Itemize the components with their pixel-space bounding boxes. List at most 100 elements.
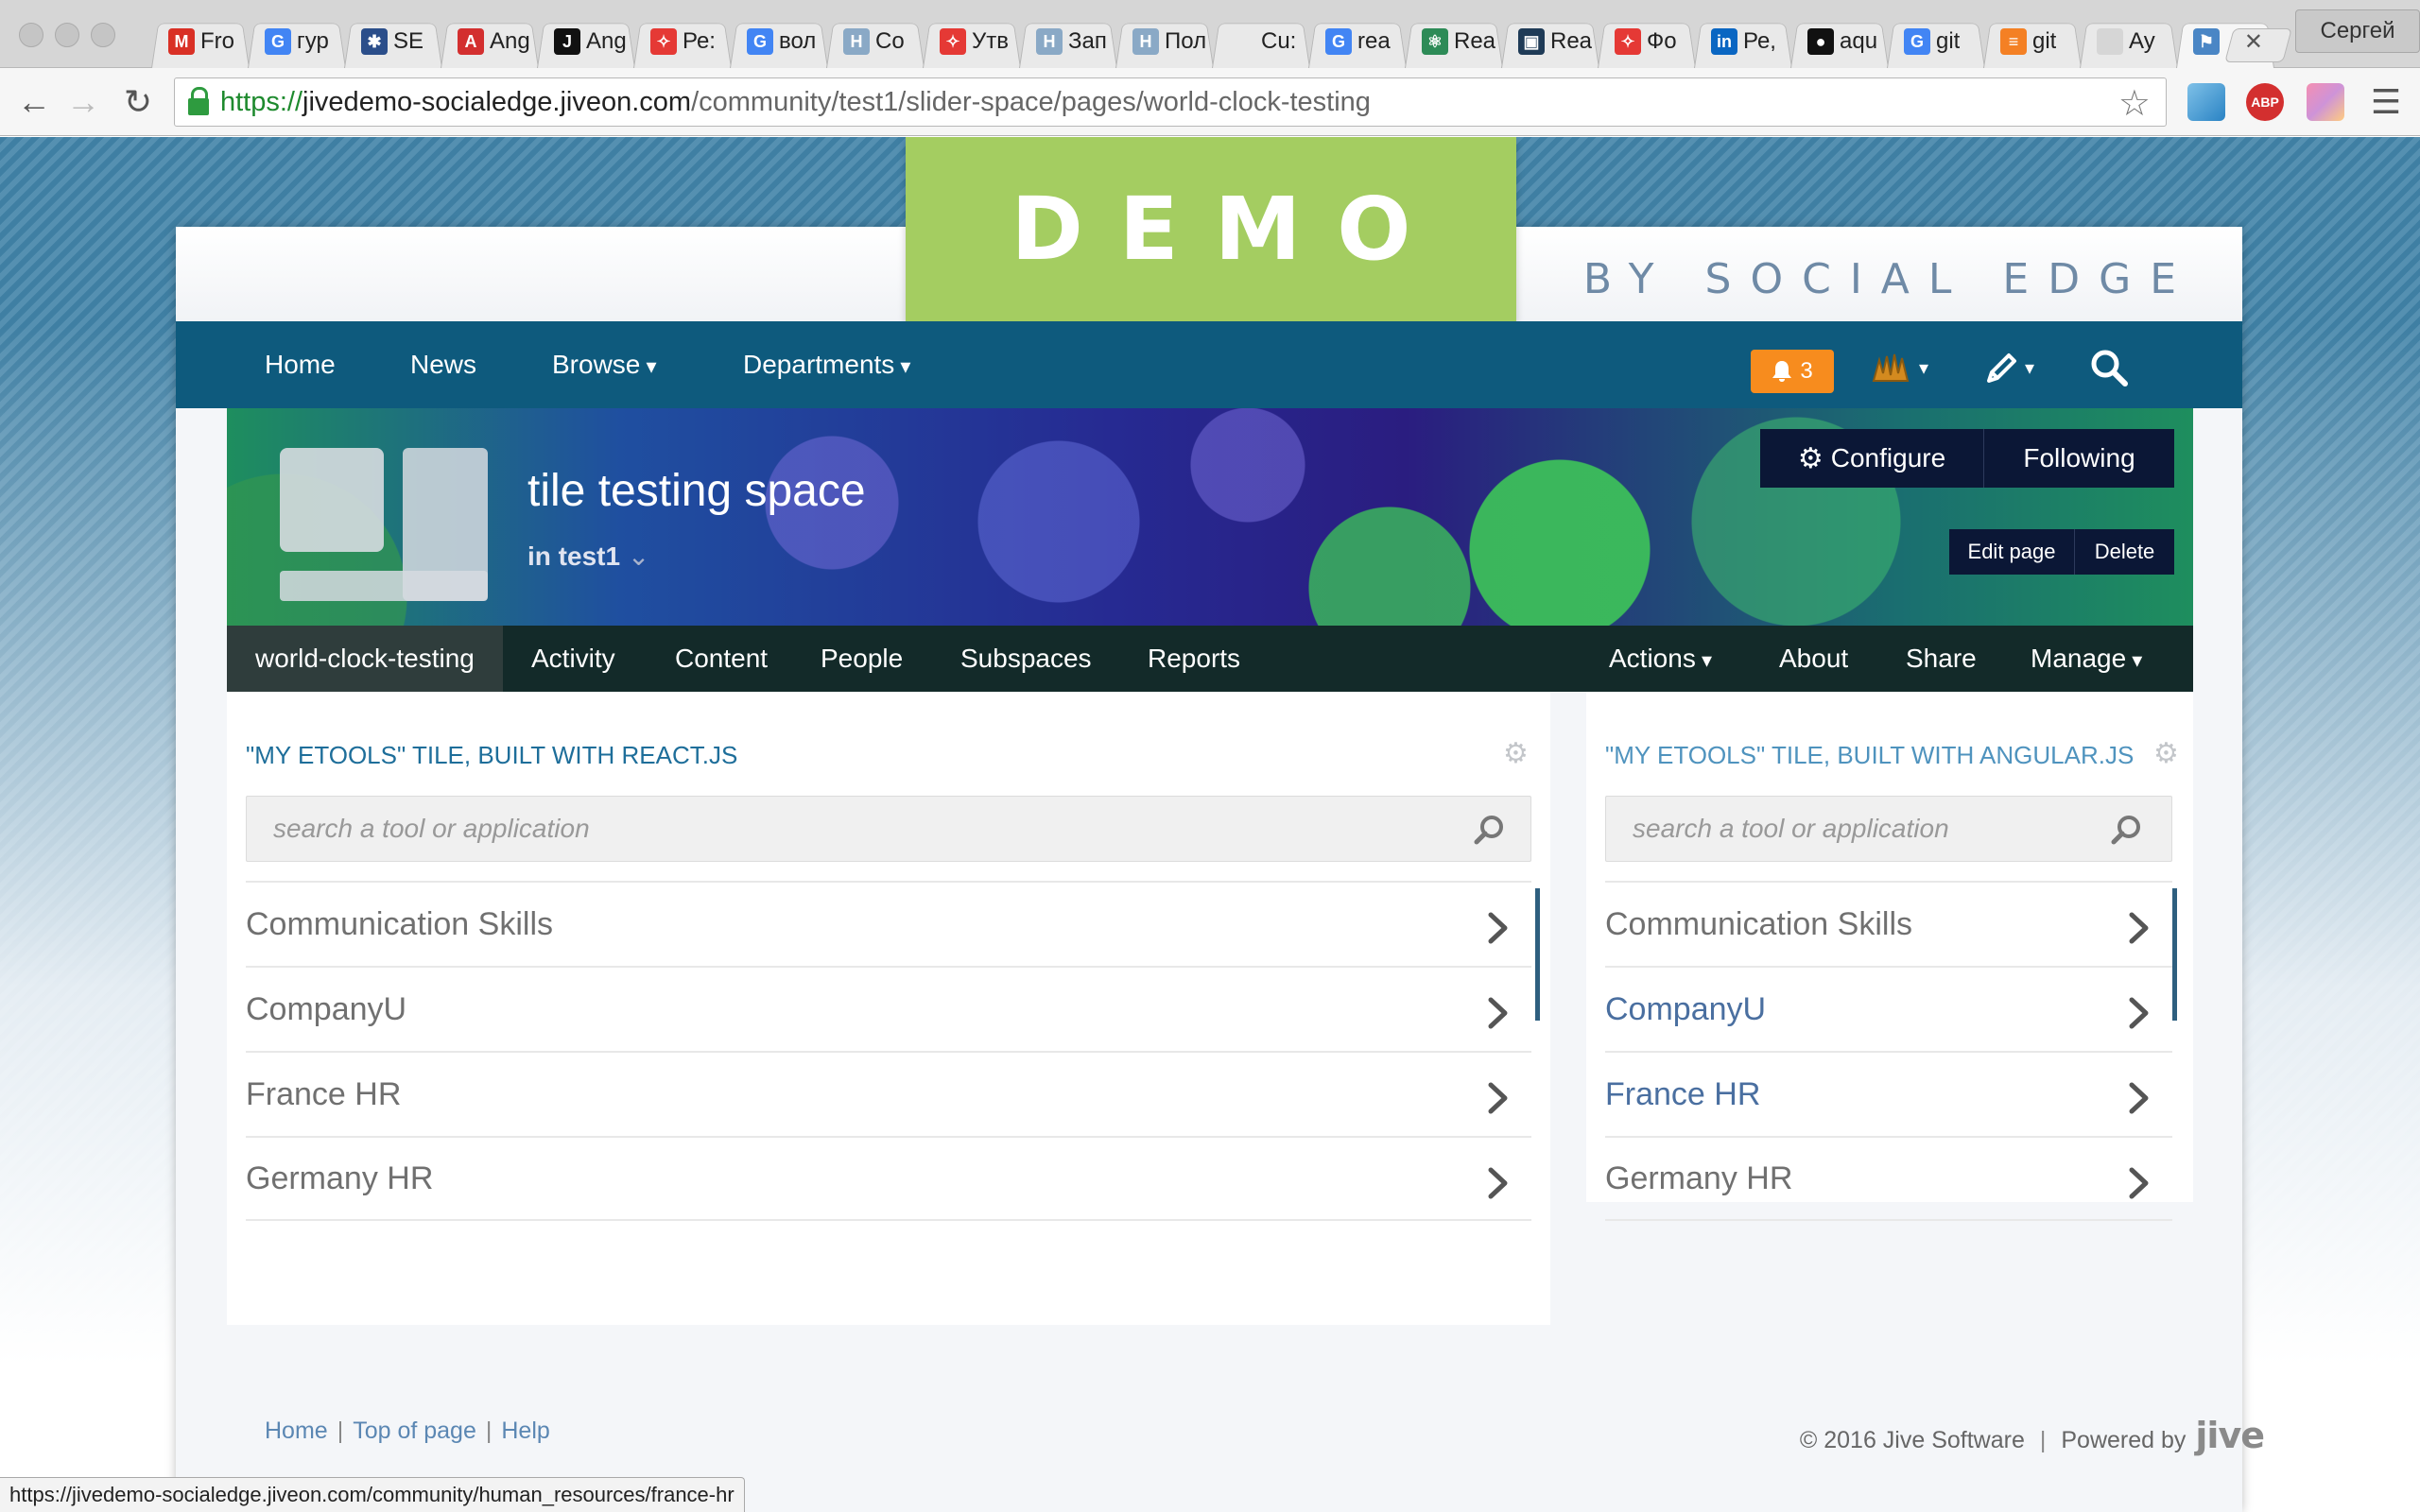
- browser-tab[interactable]: Gвол: [730, 15, 828, 68]
- list-item[interactable]: Communication Skills: [246, 881, 1531, 966]
- tab-subspaces[interactable]: Subspaces: [960, 626, 1092, 692]
- forward-icon[interactable]: →: [62, 81, 104, 123]
- google-icon: G: [265, 28, 291, 55]
- window-zoom-button[interactable]: [91, 23, 115, 47]
- browser-tab[interactable]: A Ang: [441, 15, 539, 68]
- browser-tab[interactable]: M Fro: [151, 15, 250, 68]
- url-scheme: https://: [220, 86, 303, 117]
- tab-content[interactable]: Content: [675, 626, 768, 692]
- search-button[interactable]: [2089, 346, 2129, 389]
- jive-logo[interactable]: jive: [2195, 1415, 2265, 1456]
- configure-button[interactable]: ⚙ Configure: [1760, 429, 1983, 488]
- profile-button[interactable]: Сергей: [2295, 9, 2420, 53]
- browser-tab[interactable]: Gгур: [248, 15, 346, 68]
- address-bar[interactable]: https://jivedemo-socialedge.jiveon.com/c…: [174, 77, 2167, 127]
- list-item[interactable]: Communication Skills: [1605, 881, 2172, 966]
- browser-tab-title: Ре:: [683, 28, 716, 54]
- browser-tab-title: Rea: [1550, 28, 1593, 54]
- browser-tab[interactable]: ● aqu: [1790, 15, 1889, 68]
- list-item[interactable]: France HR: [1605, 1051, 2172, 1136]
- nav-news[interactable]: News: [410, 321, 476, 408]
- browser-tab[interactable]: ✧ Утв: [923, 15, 1021, 68]
- browser-tab[interactable]: ✧ Фо: [1598, 15, 1696, 68]
- browser-tab[interactable]: ≡ git: [1983, 15, 2082, 68]
- tab-manage[interactable]: Manage: [2031, 626, 2142, 692]
- browser-tab[interactable]: H Пол: [1115, 15, 1214, 68]
- footer-help-link[interactable]: Help: [501, 1418, 549, 1444]
- list-item-label: CompanyU: [1605, 990, 1767, 1027]
- chevron-right-icon: [2129, 1167, 2149, 1199]
- tab-share[interactable]: Share: [1906, 626, 1977, 692]
- browser-tab[interactable]: in Ре,: [1694, 15, 1792, 68]
- extension-icon[interactable]: [2187, 83, 2225, 121]
- tab-actions[interactable]: Actions: [1609, 626, 1712, 692]
- footer-home-link[interactable]: Home: [265, 1418, 328, 1444]
- react-search-input[interactable]: search a tool or application: [246, 796, 1531, 862]
- back-icon[interactable]: ←: [13, 81, 55, 123]
- gear-icon[interactable]: ⚙: [2153, 737, 2179, 770]
- delete-page-button[interactable]: Delete: [2075, 529, 2174, 575]
- jive-red-icon: ✧: [650, 28, 677, 55]
- nav-departments[interactable]: Departments: [743, 321, 910, 408]
- list-item[interactable]: France HR: [246, 1051, 1531, 1136]
- chevron-right-icon: [1488, 997, 1508, 1029]
- user-avatar-menu[interactable]: ▾: [1870, 346, 1928, 389]
- divider: |: [2039, 1427, 2047, 1453]
- demo-logo-text: DEMO: [1011, 179, 1447, 280]
- notifications-button[interactable]: 3: [1751, 350, 1834, 393]
- browser-tab[interactable]: Grea: [1308, 15, 1407, 68]
- reload-icon[interactable]: ↻: [117, 81, 159, 123]
- react-icon: ⚛: [1422, 28, 1448, 55]
- search-icon[interactable]: [2110, 813, 2144, 847]
- tab-reports[interactable]: Reports: [1148, 626, 1240, 692]
- flag-icon: ⚑: [2193, 28, 2220, 55]
- browser-tab-title: Ang: [490, 28, 530, 54]
- gmail-icon: M: [168, 28, 195, 55]
- footer-top-link[interactable]: Top of page: [353, 1418, 476, 1444]
- avatar: [1872, 353, 1910, 382]
- scrollbar[interactable]: [1535, 888, 1540, 1021]
- list-item[interactable]: Germany HR: [246, 1136, 1531, 1221]
- search-icon[interactable]: [1473, 813, 1507, 847]
- browser-tab[interactable]: ⚛ Rea: [1405, 15, 1503, 68]
- menu-icon[interactable]: ☰: [2365, 81, 2407, 123]
- space-parent[interactable]: in test1 ⌄: [527, 541, 649, 572]
- react-tool-list: Communication Skills CompanyU France HR Ger…: [246, 881, 1531, 1221]
- search-icon: [2091, 350, 2128, 387]
- gear-icon[interactable]: ⚙: [1503, 737, 1529, 770]
- window-close-button[interactable]: [19, 23, 43, 47]
- powered-by-text: Powered by: [2061, 1427, 2187, 1453]
- list-item[interactable]: Germany HR: [1605, 1136, 2172, 1221]
- create-menu[interactable]: ▾: [1983, 346, 2034, 389]
- close-icon[interactable]: ✕: [2244, 28, 2263, 56]
- edit-page-button[interactable]: Edit page: [1949, 529, 2074, 575]
- scrollbar[interactable]: [2172, 888, 2177, 1021]
- browser-tabs: M Fro Gгур ✱ SE A Ang J Ang ✧ Ре: Gвол H Co ✧ Утв H Зап H П…: [151, 15, 2273, 68]
- browser-tab[interactable]: H Co: [826, 15, 925, 68]
- nav-browse[interactable]: Browse: [552, 321, 657, 408]
- list-item[interactable]: CompanyU: [246, 966, 1531, 1051]
- tab-world-clock-testing[interactable]: world-clock-testing: [227, 626, 503, 692]
- list-item-label: Communication Skills: [246, 905, 553, 942]
- browser-tab[interactable]: Cu:: [1212, 15, 1310, 68]
- browser-tab[interactable]: ✧ Ре:: [633, 15, 732, 68]
- following-button[interactable]: Following: [1984, 429, 2174, 488]
- browser-tab[interactable]: ▣ Rea: [1501, 15, 1599, 68]
- browser-tab[interactable]: Ggit: [1887, 15, 1985, 68]
- browser-tab[interactable]: ✱ SE: [344, 15, 442, 68]
- browser-tab[interactable]: J Ang: [537, 15, 635, 68]
- list-item[interactable]: CompanyU: [1605, 966, 2172, 1051]
- bookmark-star-icon[interactable]: ☆: [2118, 82, 2151, 125]
- tab-about[interactable]: About: [1779, 626, 1848, 692]
- tab-activity[interactable]: Activity: [531, 626, 615, 692]
- chevron-down-icon: ⌄: [627, 541, 650, 571]
- adblock-icon[interactable]: ABP: [2246, 83, 2284, 121]
- browser-tab[interactable]: H Зап: [1019, 15, 1117, 68]
- browser-tab[interactable]: Ау: [2080, 15, 2178, 68]
- extension-color-icon[interactable]: [2307, 83, 2344, 121]
- angular-search-input[interactable]: search a tool or application: [1605, 796, 2172, 862]
- demo-logo[interactable]: DEMO: [906, 137, 1516, 321]
- tab-people[interactable]: People: [821, 626, 903, 692]
- window-minimize-button[interactable]: [55, 23, 79, 47]
- nav-home[interactable]: Home: [265, 321, 336, 408]
